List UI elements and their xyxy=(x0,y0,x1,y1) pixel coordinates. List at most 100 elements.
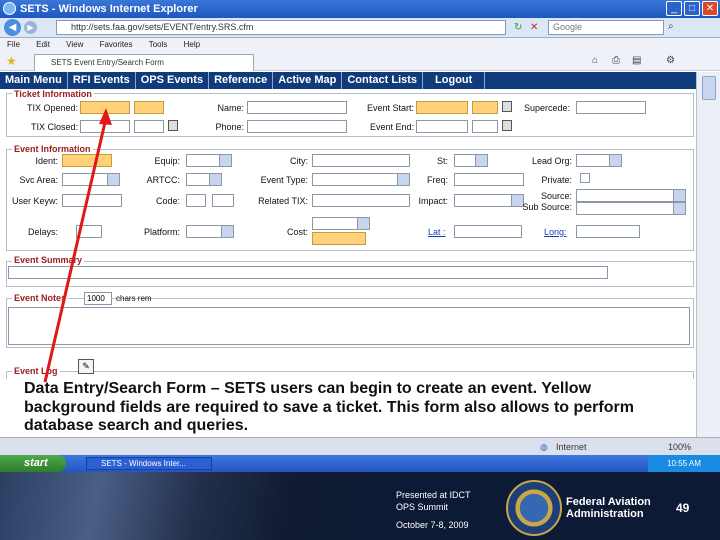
app-nav: Main Menu RFI Events OPS Events Referenc… xyxy=(0,72,696,89)
ident-input[interactable] xyxy=(62,154,112,167)
scrollbar[interactable] xyxy=(696,72,720,437)
forward-button[interactable]: ▶ xyxy=(24,21,37,34)
nav-ops-events[interactable]: OPS Events xyxy=(136,72,210,89)
start-button[interactable]: start xyxy=(0,455,66,472)
notes-counter-label: chars rem xyxy=(116,294,152,303)
window-title: SETS - Windows Internet Explorer xyxy=(20,3,198,15)
long-input[interactable] xyxy=(576,225,640,238)
notes-textarea[interactable] xyxy=(8,307,690,345)
tools-menu-icon[interactable]: ⚙ xyxy=(666,55,675,66)
calendar-icon[interactable] xyxy=(502,101,512,112)
tix-closed-time[interactable] xyxy=(134,120,164,133)
menu-help[interactable]: Help xyxy=(184,40,200,49)
state-select[interactable] xyxy=(454,154,488,167)
tab-sets[interactable]: SETS Event Entry/Search Form xyxy=(34,54,254,71)
status-bar: ◍ Internet 100% xyxy=(0,437,720,455)
lat-link[interactable]: Lat : xyxy=(428,226,446,238)
slide-caption: Data Entry/Search Form – SETS users can … xyxy=(0,379,696,437)
taskbar-ie-item[interactable]: SETS - Windows Inter... xyxy=(86,457,212,470)
tix-opened-time[interactable] xyxy=(134,101,164,114)
equip-select[interactable] xyxy=(186,154,232,167)
refresh-icon[interactable]: ↻ xyxy=(514,22,525,33)
menu-file[interactable]: File xyxy=(7,40,20,49)
menu-favorites[interactable]: Favorites xyxy=(100,40,133,49)
back-button[interactable]: ◀ xyxy=(4,19,21,36)
code-input-2[interactable] xyxy=(212,194,234,207)
event-start-time[interactable] xyxy=(472,101,498,114)
platform-select[interactable] xyxy=(186,225,234,238)
window-title-bar: SETS - Windows Internet Explorer xyxy=(0,0,720,18)
favorites-star-icon[interactable]: ★ xyxy=(6,54,17,68)
name-label: Name: xyxy=(217,103,244,113)
svc-area-select[interactable] xyxy=(62,173,120,186)
faa-seal xyxy=(506,480,562,536)
globe-icon: ◍ xyxy=(540,442,548,452)
code-input[interactable] xyxy=(186,194,206,207)
tix-closed-date[interactable] xyxy=(80,120,130,133)
nav-active-map[interactable]: Active Map xyxy=(273,72,343,89)
name-input[interactable] xyxy=(247,101,347,114)
home-icon[interactable]: ⌂ xyxy=(592,55,598,66)
sub-source-select[interactable] xyxy=(576,202,686,215)
cost-select[interactable] xyxy=(312,217,370,230)
nav-reference[interactable]: Reference xyxy=(209,72,274,89)
maximize-button[interactable]: □ xyxy=(684,1,700,16)
long-link[interactable]: Long: xyxy=(544,226,567,238)
search-icon[interactable]: ⌕ xyxy=(668,21,680,33)
log-edit-icon[interactable]: ✎ xyxy=(78,359,94,374)
menu-view[interactable]: View xyxy=(66,40,83,49)
date-text: October 7-8, 2009 xyxy=(396,520,469,530)
platform-label: Platform: xyxy=(143,227,180,237)
zoom-level[interactable]: 100% xyxy=(668,438,691,456)
calendar-icon[interactable] xyxy=(168,120,178,131)
related-tix-input[interactable] xyxy=(312,194,410,207)
delays-input[interactable] xyxy=(76,225,102,238)
minimize-button[interactable]: _ xyxy=(666,1,682,16)
notes-legend: Event Notes xyxy=(12,293,69,303)
search-input[interactable]: Google xyxy=(548,20,664,35)
private-checkbox[interactable] xyxy=(580,173,590,183)
scroll-thumb[interactable] xyxy=(702,76,716,100)
summary-input[interactable] xyxy=(8,266,608,279)
presented-text: Presented at IDCT xyxy=(396,490,471,500)
event-end-date[interactable] xyxy=(416,120,468,133)
lat-input[interactable] xyxy=(454,225,522,238)
event-type-select[interactable] xyxy=(312,173,410,186)
equip-label: Equip: xyxy=(154,156,180,166)
svc-area-label: Svc Area: xyxy=(19,175,58,185)
tix-opened-date[interactable] xyxy=(80,101,130,114)
nav-rfi-events[interactable]: RFI Events xyxy=(68,72,136,89)
url-input[interactable]: http://sets.faa.gov/sets/EVENT/entry.SRS… xyxy=(56,20,506,35)
page-menu-icon[interactable]: ▤ xyxy=(632,55,641,66)
city-input[interactable] xyxy=(312,154,410,167)
delays-label: Delays: xyxy=(27,227,58,237)
agency-line1: Federal Aviation xyxy=(566,496,651,508)
calendar-icon[interactable] xyxy=(502,120,512,131)
supercede-input[interactable] xyxy=(576,101,646,114)
event-end-time[interactable] xyxy=(472,120,498,133)
slide-footer: Presented at IDCT OPS Summit October 7-8… xyxy=(0,472,720,540)
print-icon[interactable]: ⎙ xyxy=(612,55,620,66)
summary-legend: Event Summary xyxy=(12,255,85,265)
nav-main-menu[interactable]: Main Menu xyxy=(0,72,68,89)
artcc-select[interactable] xyxy=(186,173,222,186)
lead-org-select[interactable] xyxy=(576,154,622,167)
nav-logout[interactable]: Logout xyxy=(423,72,486,89)
ident-label: Ident: xyxy=(35,156,58,166)
close-button[interactable]: ✕ xyxy=(702,1,718,16)
impact-label: Impact: xyxy=(418,196,448,206)
cost-input[interactable] xyxy=(312,232,366,245)
event-start-date[interactable] xyxy=(416,101,468,114)
address-bar: ◀ ▶ http://sets.faa.gov/sets/EVENT/entry… xyxy=(0,18,720,38)
menu-bar: File Edit View Favorites Tools Help xyxy=(0,38,720,51)
source-select[interactable] xyxy=(576,189,686,202)
event-start-label: Event Start: xyxy=(366,103,414,113)
nav-contact-lists[interactable]: Contact Lists xyxy=(342,72,424,89)
phone-label: Phone: xyxy=(215,122,244,132)
user-keyw-input[interactable] xyxy=(62,194,122,207)
phone-input[interactable] xyxy=(247,120,347,133)
menu-tools[interactable]: Tools xyxy=(149,40,168,49)
event-end-label: Event End: xyxy=(369,122,414,132)
menu-edit[interactable]: Edit xyxy=(36,40,50,49)
stop-icon[interactable]: ✕ xyxy=(530,22,541,33)
